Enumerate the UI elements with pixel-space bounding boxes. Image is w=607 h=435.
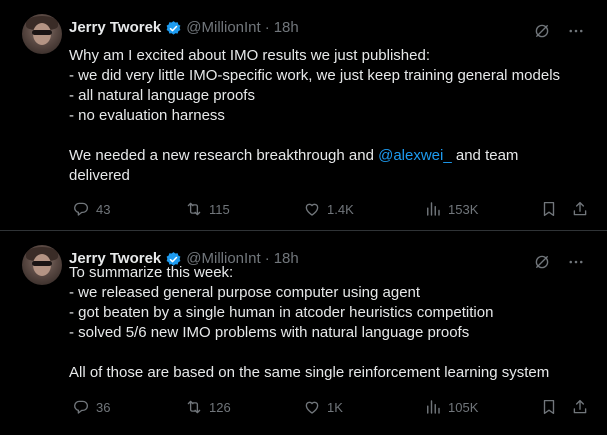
text-line: Why am I excited about IMO results we ju…: [69, 47, 430, 64]
tweet-actions: 43 115 1.4K 153K: [69, 199, 587, 219]
mention-link[interactable]: @alexwei_: [378, 147, 452, 164]
reply-count: 43: [96, 201, 111, 217]
tweet-text: To summarize this week: - we released ge…: [69, 263, 587, 383]
verified-badge-icon: [166, 20, 181, 35]
bookmark-button[interactable]: [540, 397, 558, 417]
like-count: 1.4K: [327, 201, 354, 217]
tweet-header: Jerry Tworek @MillionInt · 18h: [69, 18, 299, 38]
share-button[interactable]: [571, 397, 589, 417]
avatar[interactable]: [22, 245, 62, 285]
tweet-top-actions: [533, 22, 585, 40]
separator-dot: ·: [264, 19, 270, 36]
text-segment: We needed a new research breakthrough an…: [69, 147, 379, 164]
avatar[interactable]: [22, 14, 62, 54]
like-count: 1K: [327, 399, 343, 415]
timestamp[interactable]: 18h: [274, 18, 299, 38]
text-line: - solved 5/6 new IMO problems with natur…: [69, 324, 470, 341]
like-icon: [305, 401, 319, 414]
text-line: - no evaluation harness: [69, 107, 225, 124]
reply-button[interactable]: 36: [72, 397, 110, 417]
repost-button[interactable]: 115: [185, 199, 230, 219]
like-button[interactable]: 1.4K: [303, 199, 354, 219]
author-handle[interactable]: @MillionInt: [186, 18, 260, 38]
repost-count: 126: [209, 399, 231, 415]
share-button[interactable]: [571, 199, 589, 219]
like-button[interactable]: 1K: [303, 397, 343, 417]
views-icon: [427, 202, 440, 216]
views-icon: [427, 400, 440, 414]
bookmark-button[interactable]: [540, 199, 558, 219]
text-line: - we did very little IMO-specific work, …: [69, 67, 561, 84]
repost-icon: [187, 202, 201, 216]
views-button[interactable]: 105K: [424, 397, 478, 417]
tweet[interactable]: Jerry Tworek @MillionInt · 18h Why am I …: [0, 0, 607, 231]
repost-button[interactable]: 126: [185, 397, 231, 417]
timeline-feed: Jerry Tworek @MillionInt · 18h Why am I …: [0, 0, 607, 435]
text-segment: and team: [451, 147, 519, 164]
views-count: 105K: [448, 399, 479, 415]
bookmark-icon: [543, 399, 555, 415]
tweet-text: Why am I excited about IMO results we ju…: [69, 46, 587, 186]
views-button[interactable]: 153K: [424, 199, 478, 219]
share-icon: [573, 201, 587, 216]
grok-icon[interactable]: [533, 22, 551, 40]
reply-icon: [74, 400, 89, 414]
author-name[interactable]: Jerry Tworek: [69, 18, 161, 38]
text-line: All of those are based on the same singl…: [69, 364, 550, 381]
repost-icon: [187, 400, 201, 414]
text-line: delivered: [69, 167, 130, 184]
tweet-actions: 36 126 1K 105K: [69, 397, 587, 417]
text-line: We needed a new research breakthrough an…: [69, 146, 587, 166]
reply-count: 36: [96, 399, 111, 415]
reply-button[interactable]: 43: [72, 199, 110, 219]
text-line: - we released general purpose computer u…: [69, 284, 421, 301]
text-line: To summarize this week:: [69, 264, 234, 281]
text-line: - got beaten by a single human in atcode…: [69, 304, 494, 321]
views-count: 153K: [448, 201, 479, 217]
text-line: - all natural language proofs: [69, 87, 255, 104]
like-icon: [305, 203, 319, 216]
bookmark-icon: [543, 201, 555, 217]
repost-count: 115: [209, 201, 230, 217]
reply-icon: [74, 202, 89, 216]
share-icon: [573, 399, 587, 414]
more-icon[interactable]: [567, 22, 585, 40]
